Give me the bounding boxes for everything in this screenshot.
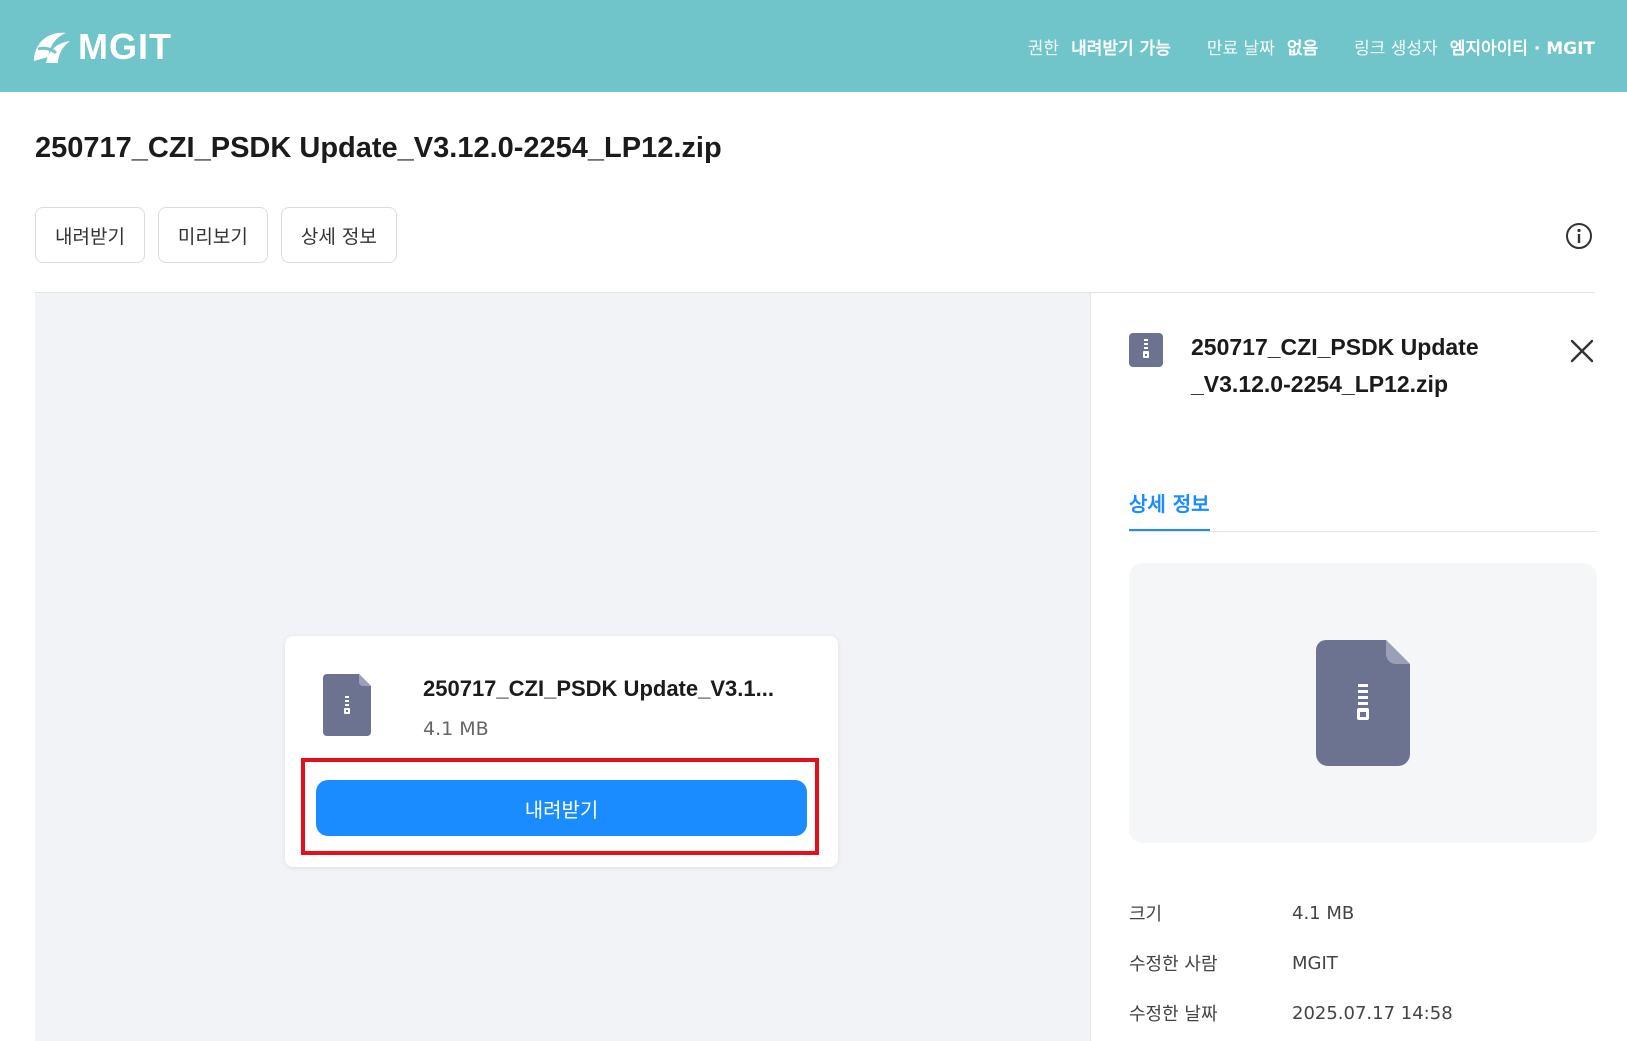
permission-info: 권한 내려받기 가능 — [1028, 34, 1171, 59]
property-value: MGIT — [1292, 952, 1338, 974]
top-bar: MGIT 권한 내려받기 가능 만료 날짜 없음 링크 생성자 엠지아이티 · … — [0, 0, 1627, 92]
close-icon[interactable] — [1569, 338, 1595, 364]
expiry-value: 없음 — [1286, 39, 1319, 59]
share-meta: 권한 내려받기 가능 만료 날짜 없음 링크 생성자 엠지아이티 · MGIT — [992, 34, 1595, 59]
card-file-name: 250717_CZI_PSDK Update_V3.1... — [423, 676, 774, 701]
property-label: 크기 — [1129, 904, 1163, 925]
creator-value: 엠지아이티 · MGIT — [1449, 39, 1595, 59]
details-panel: 250717_CZI_PSDK Update_V3.12.0-2254_LP12… — [1090, 293, 1627, 1041]
permission-label: 권한 — [1027, 39, 1060, 59]
property-row: 수정한 사람 MGIT — [1129, 938, 1453, 988]
zip-file-icon — [323, 674, 371, 736]
property-row: 크기 4.1 MB — [1129, 888, 1453, 938]
mgit-logo[interactable]: MGIT — [30, 26, 172, 68]
creator-info: 링크 생성자 엠지아이티 · MGIT — [1354, 34, 1595, 59]
expiry-label: 만료 날짜 — [1206, 39, 1275, 59]
brand-name: MGIT — [78, 26, 172, 67]
property-value: 4.1 MB — [1292, 902, 1355, 924]
creator-label: 링크 생성자 — [1354, 39, 1438, 59]
download-button[interactable]: 내려받기 — [35, 207, 145, 263]
mgit-logo-mark-icon — [34, 32, 70, 63]
property-label: 수정한 사람 — [1129, 954, 1218, 975]
download-card: 250717_CZI_PSDK Update_V3.1... 4.1 MB 내려… — [285, 636, 838, 867]
info-icon[interactable] — [1565, 222, 1593, 250]
permission-value: 내려받기 가능 — [1071, 39, 1171, 59]
details-button[interactable]: 상세 정보 — [280, 207, 397, 263]
page-title: 250717_CZI_PSDK Update_V3.12.0-2254_LP12… — [35, 132, 722, 164]
expiry-info: 만료 날짜 없음 — [1207, 34, 1318, 59]
panel-file-name: 250717_CZI_PSDK Update_V3.12.0-2254_LP12… — [1191, 334, 1479, 397]
property-row: 수정한 날짜 2025.07.17 14:58 — [1129, 988, 1453, 1038]
file-thumbnail — [1129, 563, 1597, 843]
toolbar: 내려받기 미리보기 상세 정보 — [35, 207, 410, 263]
preview-button[interactable]: 미리보기 — [157, 207, 268, 263]
zip-file-icon — [1316, 640, 1410, 766]
property-label: 수정한 날짜 — [1129, 1004, 1218, 1025]
card-file-size: 4.1 MB — [423, 718, 489, 740]
properties-list: 크기 4.1 MB 수정한 사람 MGIT 수정한 날짜 2025.07.17 … — [1129, 888, 1453, 1038]
tab-underline — [1129, 531, 1597, 532]
tab-details[interactable]: 상세 정보 — [1129, 488, 1210, 532]
zip-file-icon — [1129, 333, 1163, 367]
card-download-button[interactable]: 내려받기 — [316, 780, 807, 836]
property-value: 2025.07.17 14:58 — [1292, 1002, 1453, 1024]
